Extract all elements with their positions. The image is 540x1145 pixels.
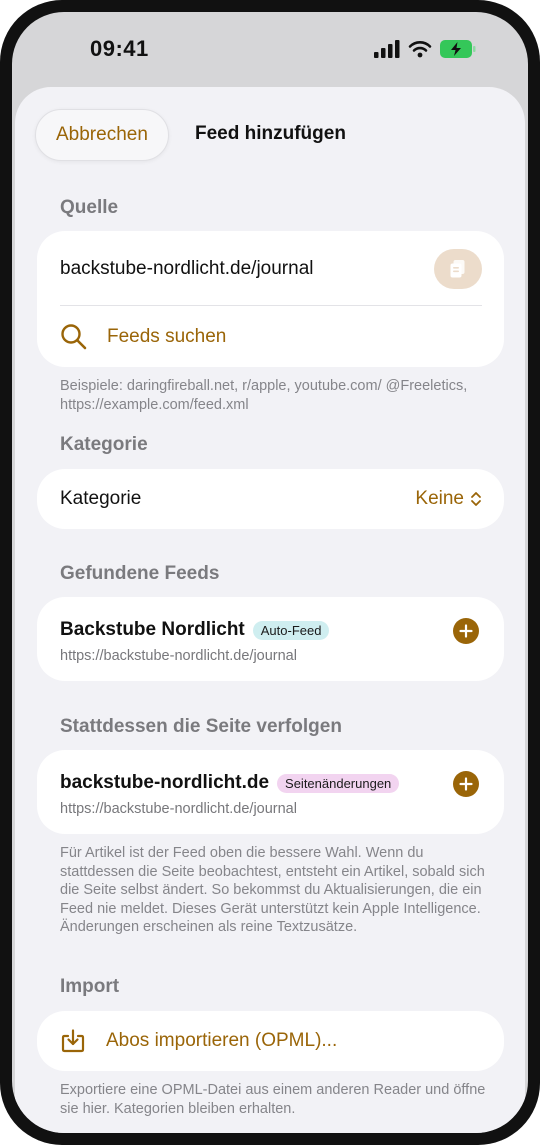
add-found-feed-button[interactable]	[453, 618, 479, 644]
battery-charging-icon	[440, 40, 476, 58]
source-url-input[interactable]: backstube-nordlicht.de/journal	[60, 258, 314, 280]
category-section-label: Kategorie	[60, 434, 148, 455]
import-section-label: Import	[60, 976, 120, 997]
add-feed-sheet: Abbrechen Feed hinzufügen Quelle backstu…	[15, 87, 525, 1133]
category-row[interactable]: Kategorie Keine	[37, 469, 504, 529]
sheet-title: Feed hinzufügen	[195, 123, 346, 144]
search-feeds-label: Feeds suchen	[107, 325, 227, 347]
plus-circle-icon	[459, 777, 473, 791]
found-feeds-section-label: Gefundene Feeds	[60, 563, 220, 584]
category-row-label: Kategorie	[60, 488, 142, 509]
wifi-icon	[408, 41, 432, 58]
page-changes-badge: Seitenänderungen	[277, 773, 400, 793]
category-picker[interactable]: Keine	[415, 488, 482, 510]
device-frame: 09:41 Abbrechen Feed hinzufügen Quelle b…	[0, 0, 540, 1145]
source-divider	[60, 305, 482, 306]
follow-page-row[interactable]: backstube-nordlicht.de Seitenänderungen …	[37, 750, 504, 834]
source-card: backstube-nordlicht.de/journal Feeds suc…	[37, 231, 504, 367]
found-feed-title: Backstube Nordlicht	[60, 619, 245, 640]
auto-feed-badge: Auto-Feed	[252, 620, 330, 640]
source-section-label: Quelle	[60, 197, 119, 218]
cancel-button[interactable]: Abbrechen	[35, 109, 169, 161]
found-feed-title-row: Backstube Nordlicht Auto-Feed	[60, 619, 330, 641]
status-time: 09:41	[90, 36, 149, 61]
import-hint: Exportiere eine OPML-Datei aus einem and…	[60, 1082, 486, 1117]
import-opml-button[interactable]: Abos importieren (OPML)...	[37, 1011, 504, 1071]
screen: 09:41 Abbrechen Feed hinzufügen Quelle b…	[12, 12, 528, 1133]
status-bar: 09:41	[12, 12, 528, 82]
follow-page-title-row: backstube-nordlicht.de Seitenänderungen	[60, 772, 400, 794]
follow-page-title: backstube-nordlicht.de	[60, 772, 270, 793]
status-icons	[374, 40, 476, 58]
search-feeds-button[interactable]: Feeds suchen	[60, 323, 226, 350]
found-feed-row[interactable]: Backstube Nordlicht Auto-Feed https://ba…	[37, 597, 504, 681]
clipboard-icon	[450, 260, 465, 278]
category-value: Keine	[415, 488, 464, 509]
source-hint: Beispiele: daringfireball.net, r/apple, …	[60, 378, 468, 413]
follow-page-section-label: Stattdessen die Seite verfolgen	[60, 716, 342, 737]
chevron-up-down-icon	[471, 492, 481, 506]
plus-circle-icon	[459, 624, 473, 638]
import-row: Abos importieren (OPML)...	[60, 1028, 337, 1054]
cellular-signal-icon	[374, 40, 400, 58]
follow-page-url: https://backstube-nordlicht.de/journal	[60, 801, 297, 817]
found-feed-url: https://backstube-nordlicht.de/journal	[60, 648, 297, 664]
import-opml-label: Abos importieren (OPML)...	[106, 1030, 338, 1051]
follow-page-hint: Für Artikel ist der Feed oben die besser…	[60, 845, 485, 935]
tray-arrow-down-icon	[61, 1029, 85, 1053]
paste-button[interactable]	[434, 249, 482, 289]
magnifier-icon	[61, 324, 87, 350]
add-follow-page-button[interactable]	[453, 771, 479, 797]
